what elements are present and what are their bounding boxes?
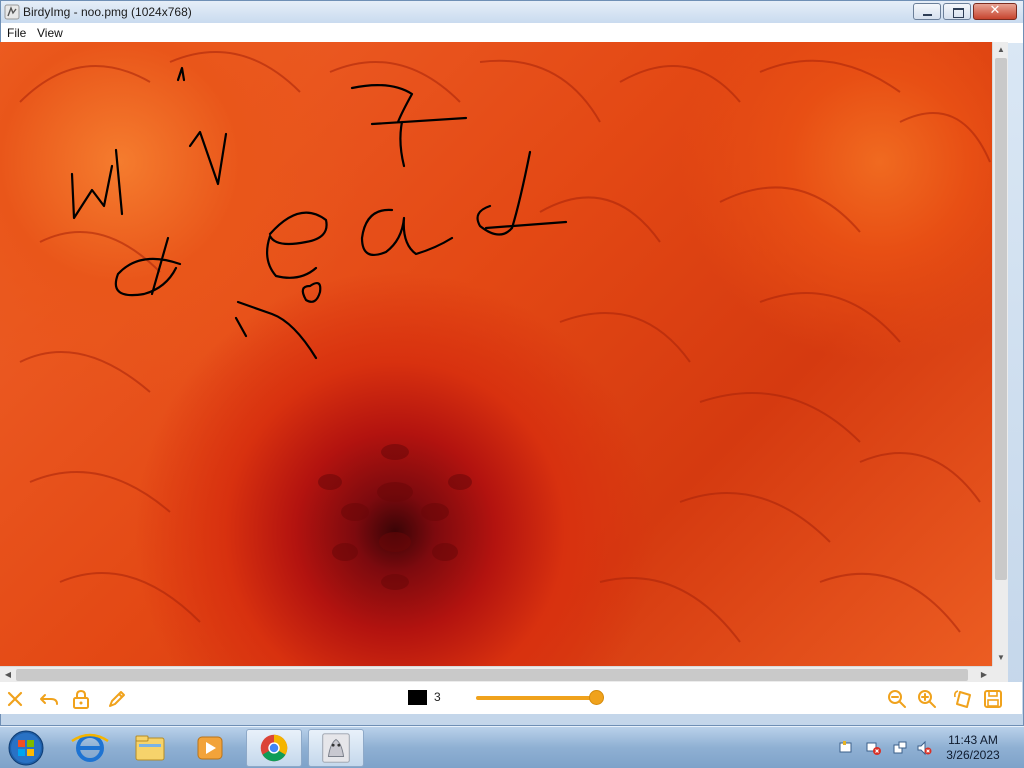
scroll-down-arrow-icon[interactable]: ▼: [993, 650, 1009, 666]
save-icon[interactable]: [982, 688, 1004, 710]
network-disconnected-icon[interactable]: [866, 740, 882, 756]
close-window-button[interactable]: ✕: [973, 3, 1017, 20]
scroll-left-arrow-icon[interactable]: ◀: [0, 667, 16, 683]
menu-bar: File View: [1, 23, 1023, 43]
zoom-out-icon[interactable]: [886, 688, 908, 710]
window-title: BirdyImg - noo.pmg (1024x768): [23, 5, 192, 19]
file-explorer-icon[interactable]: [122, 729, 178, 767]
close-window-icon: ✕: [989, 3, 1001, 18]
scroll-corner: [992, 666, 1008, 682]
pen-size-slider[interactable]: [476, 696, 598, 700]
pen-color-swatch[interactable]: [408, 690, 427, 705]
volume-muted-icon[interactable]: [916, 740, 932, 756]
caption-buttons: ✕: [913, 3, 1017, 20]
handwriting-annotation: [70, 66, 568, 360]
start-button-icon[interactable]: [6, 729, 46, 767]
taskbar: 11:43 AM 3/26/2023: [0, 726, 1024, 768]
vertical-scrollbar[interactable]: ▲ ▼: [992, 42, 1008, 666]
title-bar[interactable]: BirdyImg - noo.pmg (1024x768) ✕: [1, 1, 1023, 23]
menu-view[interactable]: View: [37, 26, 63, 40]
image-canvas[interactable]: [0, 42, 992, 666]
scroll-right-arrow-icon[interactable]: ▶: [976, 667, 992, 683]
scroll-up-arrow-icon[interactable]: ▲: [993, 42, 1009, 58]
pencil-icon[interactable]: [106, 688, 128, 710]
pen-size-value: 3: [434, 690, 441, 704]
clock-date: 3/26/2023: [946, 748, 1000, 762]
vertical-scroll-thumb[interactable]: [995, 58, 1007, 580]
rotate-icon[interactable]: [952, 688, 974, 710]
zoom-in-icon[interactable]: [916, 688, 938, 710]
maximize-button[interactable]: [943, 3, 971, 20]
media-player-icon[interactable]: [182, 729, 238, 767]
bottom-toolbar: 3: [0, 682, 1022, 714]
system-clock[interactable]: 11:43 AM 3/26/2023: [936, 733, 1010, 763]
minimize-button[interactable]: [913, 3, 941, 20]
menu-file[interactable]: File: [7, 26, 26, 40]
pen-size-slider-thumb[interactable]: [589, 690, 604, 705]
close-icon[interactable]: [4, 688, 26, 710]
clock-time: 11:43 AM: [948, 733, 998, 747]
power-icon[interactable]: [892, 740, 908, 756]
internet-explorer-icon[interactable]: [62, 729, 118, 767]
app-icon: [4, 4, 20, 20]
birdyimg-icon[interactable]: [308, 729, 364, 767]
horizontal-scrollbar[interactable]: ◀ ▶: [0, 666, 992, 682]
action-center-icon[interactable]: [838, 740, 854, 756]
horizontal-scroll-thumb[interactable]: [16, 669, 968, 681]
chrome-icon[interactable]: [246, 729, 302, 767]
lock-icon[interactable]: [70, 688, 92, 710]
undo-icon[interactable]: [38, 688, 60, 710]
